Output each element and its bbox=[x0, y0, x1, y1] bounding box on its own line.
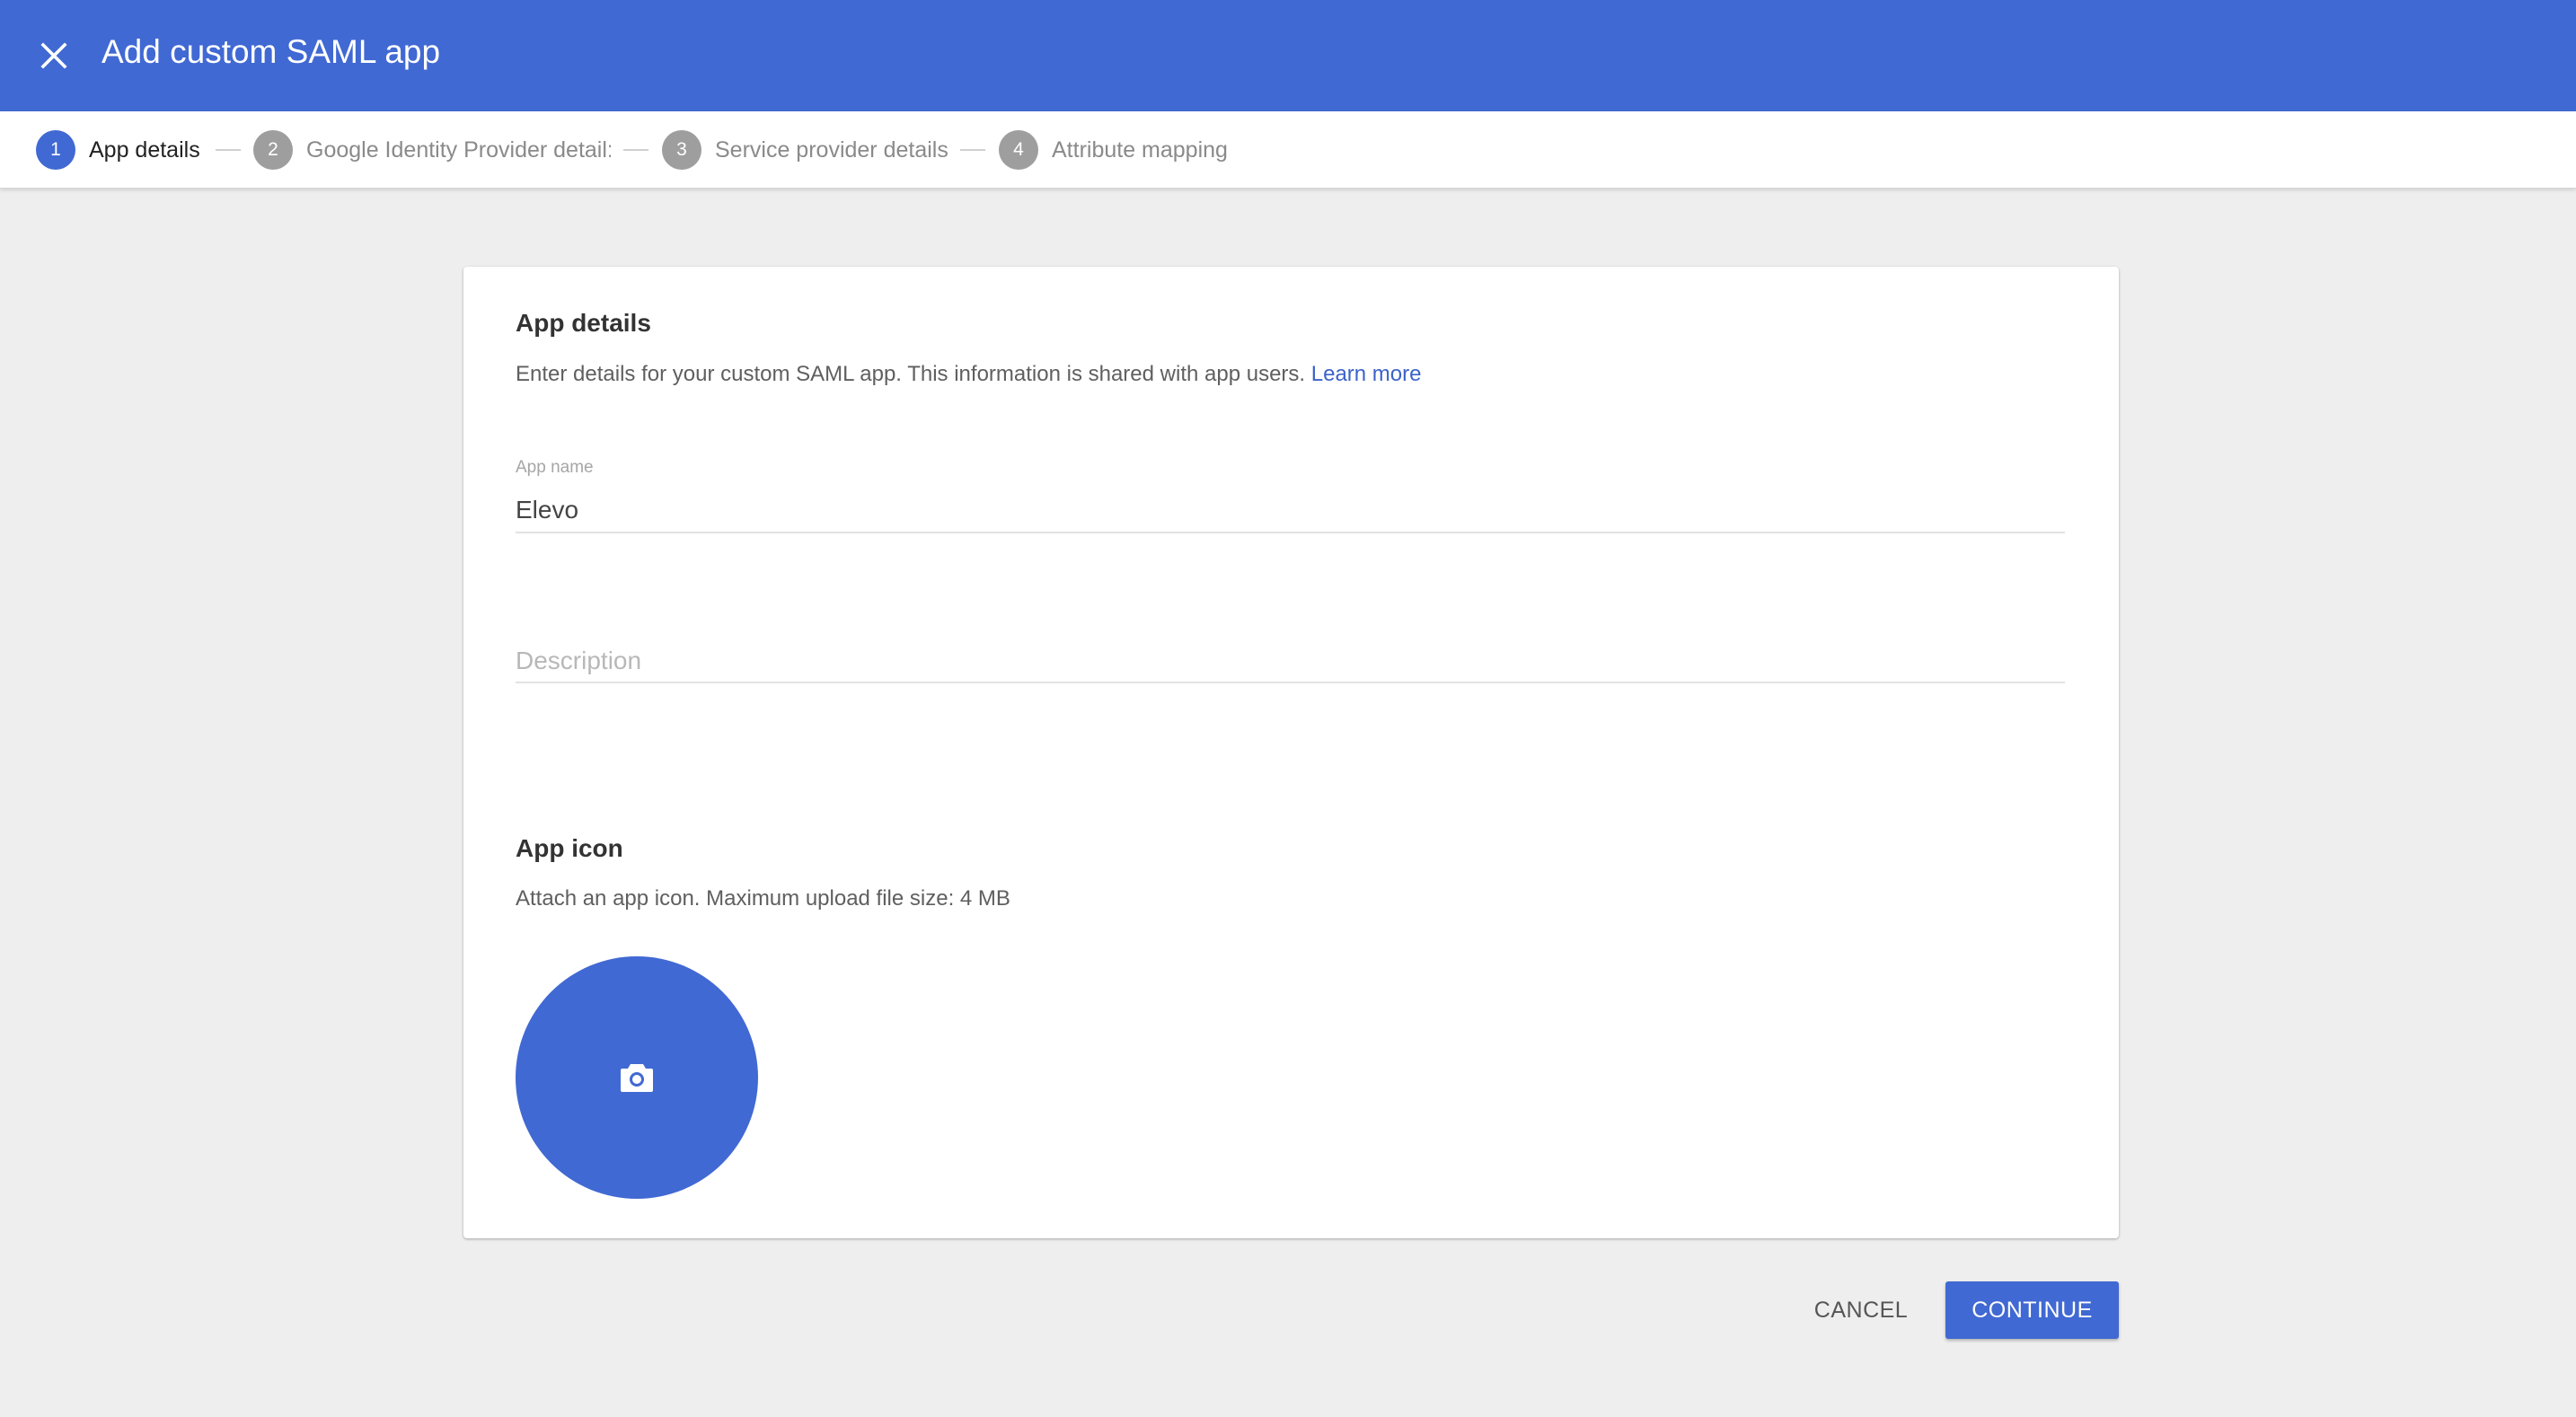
camera-icon bbox=[621, 1064, 653, 1092]
close-icon bbox=[40, 42, 67, 69]
learn-more-link[interactable]: Learn more bbox=[1311, 362, 1422, 386]
app-icon-upload-button[interactable] bbox=[516, 956, 758, 1199]
step-label: Google Identity Provider detail: bbox=[306, 136, 611, 163]
description-underline bbox=[516, 682, 2065, 683]
app-details-description: Enter details for your custom SAML app. … bbox=[516, 362, 1421, 387]
continue-button[interactable]: CONTINUE bbox=[1945, 1281, 2119, 1339]
step-number-badge: 4 bbox=[999, 130, 1038, 170]
step-google-identity-provider-details[interactable]: 2 Google Identity Provider detail: bbox=[253, 130, 611, 170]
step-service-provider-details[interactable]: 3 Service provider details bbox=[662, 130, 948, 170]
top-app-bar: Add custom SAML app bbox=[0, 0, 2576, 111]
close-button[interactable] bbox=[32, 34, 75, 77]
app-name-value: Elevo bbox=[516, 496, 579, 524]
app-name-field[interactable] bbox=[516, 451, 2065, 536]
description-field[interactable] bbox=[516, 626, 2065, 684]
step-divider bbox=[216, 149, 241, 151]
step-number-badge: 3 bbox=[662, 130, 701, 170]
step-label: Service provider details bbox=[715, 136, 948, 163]
app-icon-description: Attach an app icon. Maximum upload file … bbox=[516, 886, 1010, 911]
page-title: Add custom SAML app bbox=[101, 33, 441, 70]
step-divider bbox=[960, 149, 985, 151]
app-name-label: App name bbox=[516, 458, 594, 477]
app-name-underline bbox=[516, 532, 2065, 533]
stepper: 1 App details 2 Google Identity Provider… bbox=[0, 111, 2576, 189]
step-number-badge: 1 bbox=[36, 130, 75, 170]
step-app-details[interactable]: 1 App details bbox=[36, 130, 200, 170]
description-placeholder: Description bbox=[516, 647, 642, 674]
step-label: Attribute mapping bbox=[1052, 136, 1228, 163]
app-icon-heading: App icon bbox=[516, 834, 623, 862]
cancel-button[interactable]: CANCEL bbox=[1798, 1281, 1924, 1339]
step-label: App details bbox=[89, 136, 200, 163]
app-details-card: App details Enter details for your custo… bbox=[463, 267, 2119, 1238]
app-details-heading: App details bbox=[516, 309, 651, 337]
step-number-badge: 2 bbox=[253, 130, 293, 170]
app-details-description-text: Enter details for your custom SAML app. … bbox=[516, 362, 1306, 386]
step-divider bbox=[623, 149, 648, 151]
step-attribute-mapping[interactable]: 4 Attribute mapping bbox=[999, 130, 1228, 170]
